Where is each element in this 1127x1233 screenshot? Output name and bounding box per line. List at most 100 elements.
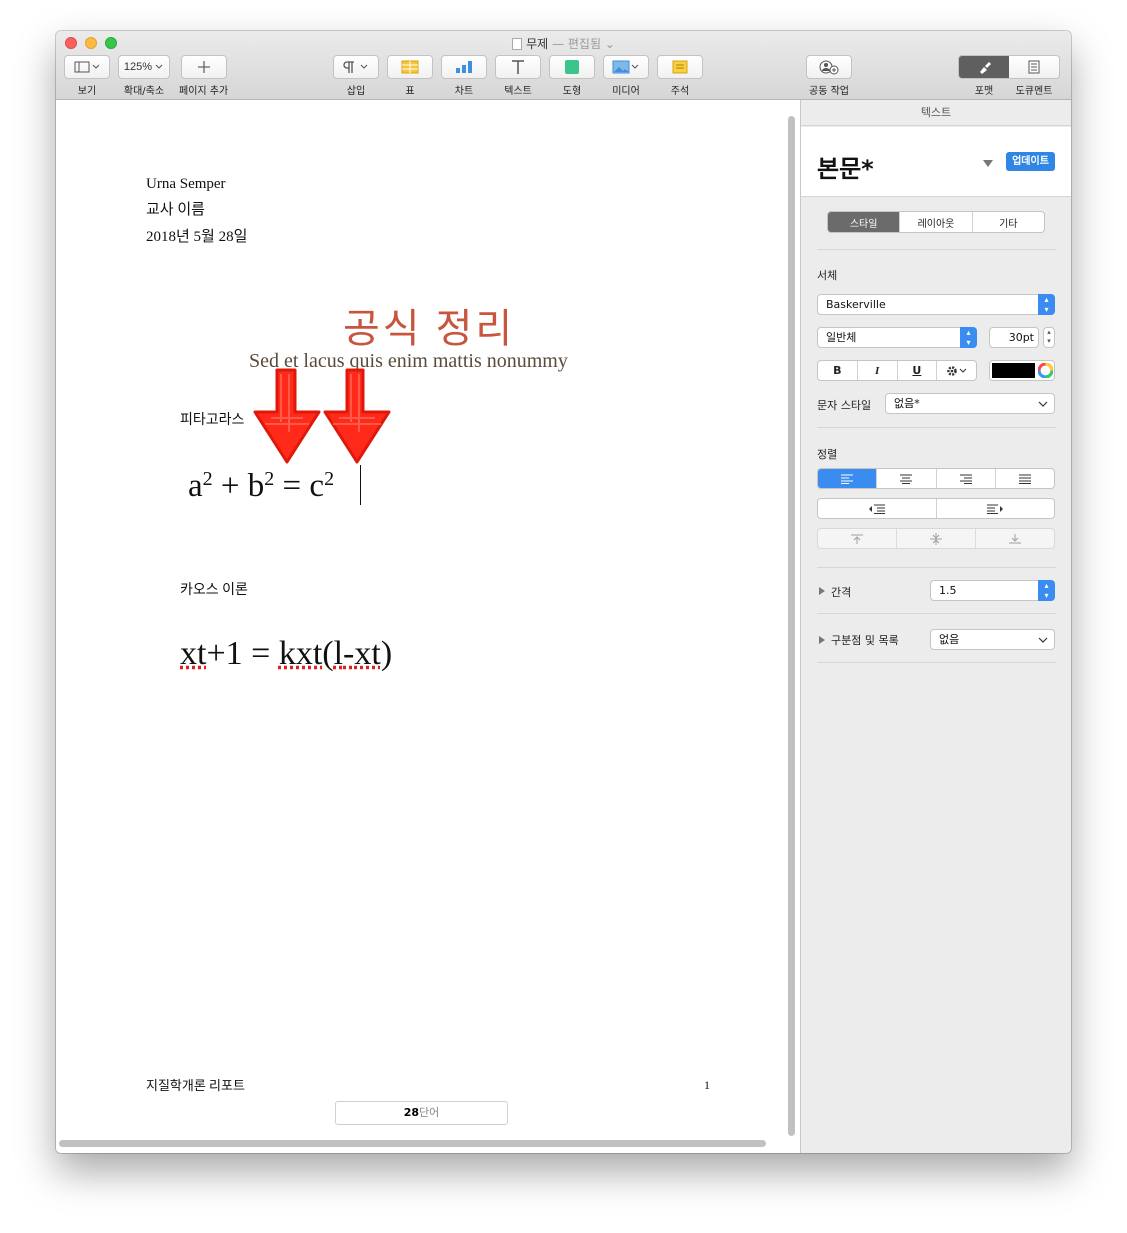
footer-text[interactable]: 지질학개론 리포트 [146, 1075, 245, 1094]
align-justify-button[interactable] [996, 469, 1054, 488]
teacher-name[interactable]: 교사 이름 [146, 198, 205, 219]
title-bar: 무제 — 편집됨 ⌄ 보기 125% 확대/축소 페이지 추가 삽입 표 차트 … [56, 31, 1071, 100]
text-color-swatch [992, 363, 1035, 378]
edited-status: — 편집됨 [552, 37, 601, 51]
document-canvas[interactable]: Urna Semper 교사 이름 2018년 5월 28일 공식 정리 Sed… [56, 100, 799, 1153]
tab-more[interactable]: 기타 [973, 212, 1044, 232]
chevron-down-icon [155, 64, 163, 69]
bullets-lists-select[interactable]: 없음 [930, 629, 1055, 650]
align-left-button[interactable] [818, 469, 878, 488]
triangle-down-icon[interactable] [982, 159, 994, 169]
tab-style[interactable]: 스타일 [828, 212, 901, 232]
disclosure-triangle-icon[interactable] [818, 635, 826, 645]
eq-c: c [309, 468, 325, 504]
horizontal-scrollbar[interactable] [59, 1140, 766, 1147]
comment-button[interactable] [657, 55, 703, 79]
word-count-number: 28 [403, 1106, 420, 1119]
exponent: 2 [202, 468, 213, 490]
collaborate-button[interactable] [806, 55, 852, 79]
align-center-button[interactable] [877, 469, 937, 488]
bold-button[interactable]: B [818, 361, 858, 380]
character-style-value: 없음* [894, 397, 920, 410]
chart-button[interactable] [441, 55, 487, 79]
spacing-label[interactable]: 간격 [831, 584, 851, 600]
align-top-icon [851, 534, 863, 544]
table-button[interactable] [387, 55, 433, 79]
text-options-button[interactable] [937, 361, 976, 380]
arrow-down-icon [323, 368, 391, 464]
document-icon [512, 38, 523, 50]
text-box-button[interactable] [495, 55, 541, 79]
shape-square-icon [565, 60, 579, 74]
update-style-button[interactable]: 업데이트 [1006, 152, 1055, 171]
vertical-scrollbar[interactable] [788, 116, 795, 1136]
shape-button[interactable] [549, 55, 595, 79]
disclosure-triangle-icon[interactable] [818, 586, 826, 596]
eq-equals: = [282, 468, 302, 504]
word-count-indicator[interactable]: 28단어 [335, 1101, 508, 1125]
document-title[interactable]: 공식 정리 [343, 296, 515, 354]
outdent-icon [868, 504, 885, 514]
color-wheel-icon[interactable] [1038, 363, 1053, 378]
eq-plus-one: +1 = [206, 635, 279, 672]
tab-layout[interactable]: 레이아웃 [900, 212, 973, 232]
author-name[interactable]: Urna Semper [146, 176, 226, 193]
shape-label: 도형 [562, 86, 582, 97]
pythagorean-equation[interactable]: a2 + b2 = c2 [188, 468, 334, 505]
decrease-indent-button[interactable] [818, 499, 937, 518]
inspector-segmented-control [958, 55, 1060, 79]
eq-paren-close: ) [380, 635, 393, 672]
toolbar-format-document: 포맷 도큐멘트 [958, 55, 1060, 97]
window-title: 무제 — 편집됨 ⌄ [56, 35, 1071, 52]
view-label: 보기 [77, 86, 97, 97]
spacing-value: 1.5 [939, 584, 957, 597]
format-label: 포맷 [974, 86, 994, 97]
eq-dash: - [343, 635, 355, 672]
pilcrow-icon [343, 61, 368, 73]
pages-window: 무제 — 편집됨 ⌄ 보기 125% 확대/축소 페이지 추가 삽입 표 차트 … [56, 31, 1071, 1153]
chevron-down-icon[interactable]: ⌄ [605, 37, 615, 51]
chevron-down-icon [1038, 401, 1048, 407]
spacing-select[interactable]: 1.5 ▴ ▾ [930, 580, 1055, 601]
paintbrush-icon [980, 62, 991, 74]
eq-a: a [188, 468, 203, 504]
up-down-chevron-icon: ▴ ▾ [1038, 580, 1055, 601]
pythagoras-label[interactable]: 피타고라스 [180, 409, 244, 429]
font-size-input[interactable]: 30pt [989, 327, 1039, 348]
toolbar-collaborate: 공동 작업 [806, 55, 852, 97]
typeface-select[interactable]: 일반체 ▴ ▾ [817, 327, 977, 348]
view-button[interactable] [64, 55, 110, 79]
comment-label: 주석 [670, 86, 690, 97]
paragraph-style-name[interactable]: 본문* [817, 149, 874, 184]
character-style-label: 문자 스타일 [817, 399, 872, 412]
zoom-select[interactable]: 125% [118, 55, 170, 79]
font-style-buttons: B I U [817, 360, 977, 381]
indent-icon [987, 504, 1004, 514]
text-color-well[interactable] [989, 360, 1055, 381]
align-right-button[interactable] [937, 469, 996, 488]
toolbar-table: 표 [387, 55, 433, 97]
document-page-icon [1028, 60, 1040, 74]
font-size-stepper[interactable]: ▴ ▾ [1043, 327, 1055, 348]
character-style-select[interactable]: 없음* [885, 393, 1055, 414]
zoom-label: 확대/축소 [123, 86, 165, 97]
align-top-button[interactable] [818, 529, 897, 548]
document-name[interactable]: 무제 [526, 37, 548, 51]
chaos-theory-label[interactable]: 카오스 이론 [180, 579, 248, 599]
align-middle-button[interactable] [897, 529, 976, 548]
zoom-value: 125% [123, 61, 153, 73]
media-button[interactable] [603, 55, 649, 79]
align-justify-icon [1018, 474, 1031, 484]
underline-button[interactable]: U [898, 361, 938, 380]
increase-indent-button[interactable] [937, 499, 1055, 518]
add-page-button[interactable] [180, 55, 227, 79]
chaos-equation[interactable]: xt+1 = kxt(l-xt) [180, 635, 392, 673]
font-family-select[interactable]: Baskerville ▴ ▾ [817, 294, 1055, 315]
align-bottom-button[interactable] [976, 529, 1054, 548]
insert-button[interactable] [333, 55, 379, 79]
bullets-lists-label[interactable]: 구분점 및 목록 [831, 632, 899, 648]
document-date[interactable]: 2018년 5월 28일 [146, 225, 247, 246]
document-button[interactable] [1009, 56, 1059, 78]
format-button[interactable] [959, 56, 1009, 78]
italic-button[interactable]: I [858, 361, 898, 380]
